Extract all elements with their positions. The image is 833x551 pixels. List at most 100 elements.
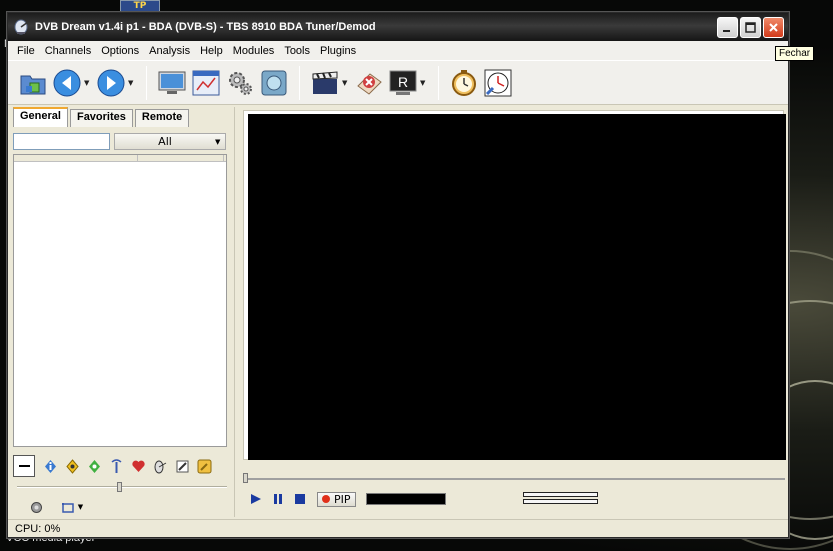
signal-level-meter (366, 493, 446, 505)
radiation-button[interactable] (61, 455, 83, 477)
layout-icon (61, 502, 74, 513)
edit-icon (176, 460, 188, 472)
channel-filter-value: All (158, 135, 172, 148)
forward-icon (97, 69, 125, 96)
info-button[interactable] (39, 455, 61, 477)
settings-gear-icon (229, 71, 252, 95)
seek-track (243, 478, 785, 480)
menu-help[interactable]: Help (195, 45, 228, 57)
menu-tools[interactable]: Tools (279, 45, 315, 57)
epg-button[interactable] (189, 66, 223, 100)
app-window: DVB Dream v1.4i p1 - BDA (DVB-S) - TBS 8… (7, 12, 789, 538)
chevron-down-icon: ▼ (77, 503, 84, 511)
channel-filter-select[interactable]: All ▼ (114, 133, 226, 150)
pause-icon (274, 494, 282, 504)
channel-list-header (14, 155, 226, 162)
back-icon (53, 69, 81, 96)
channel-list[interactable] (13, 154, 227, 447)
key-button[interactable] (193, 455, 215, 477)
menu-options[interactable]: Options (96, 45, 144, 57)
pause-button[interactable] (269, 491, 287, 507)
toolbar: ▼ ▼ ▼ R ▼ (8, 61, 788, 105)
monitor-button[interactable] (155, 66, 189, 100)
back-button[interactable] (50, 66, 84, 100)
play-button[interactable] (247, 491, 265, 507)
menu-modules[interactable]: Modules (228, 45, 280, 57)
tab-favorites[interactable]: Favorites (69, 109, 133, 127)
antenna-button[interactable] (105, 455, 127, 477)
open-folder-icon (20, 75, 46, 94)
forward-button[interactable] (94, 66, 128, 100)
clapperboard-button[interactable] (308, 66, 342, 100)
chevron-down-icon[interactable]: ▼ (128, 79, 138, 87)
play-icon (251, 494, 261, 504)
volume-slider[interactable] (13, 482, 231, 492)
svg-text:R: R (398, 74, 408, 90)
screenshot-icon (261, 70, 287, 95)
key-icon (197, 459, 211, 473)
stop-record-button[interactable] (352, 66, 386, 100)
satellite-dish-icon (14, 19, 29, 35)
minus-button[interactable] (13, 455, 35, 477)
list-column-header[interactable] (14, 155, 138, 161)
minimize-button[interactable] (717, 16, 738, 38)
clapperboard-icon (312, 70, 338, 94)
heart-icon (131, 460, 145, 472)
channel-panel: General Favorites Remote All ▼ ▼ (13, 107, 231, 517)
title-bar[interactable]: DVB Dream v1.4i p1 - BDA (DVB-S) - TBS 8… (8, 13, 788, 41)
panel-tabs: General Favorites Remote (13, 107, 231, 127)
video-display[interactable] (248, 114, 786, 460)
satellite-dish-button[interactable] (149, 455, 171, 477)
cpu-usage: CPU: 0% (15, 522, 61, 535)
player-panel: PIP (234, 107, 786, 517)
maximize-icon (745, 21, 756, 33)
record-icon: R (389, 70, 417, 95)
stop-record-icon (357, 72, 382, 95)
close-tooltip: Fechar (775, 46, 815, 61)
quality-bar (523, 492, 598, 497)
antenna-icon (111, 458, 121, 473)
menu-file[interactable]: File (12, 45, 40, 57)
chevron-down-icon[interactable]: ▼ (84, 79, 94, 87)
record-button[interactable]: R (386, 66, 420, 100)
close-button[interactable] (763, 16, 784, 38)
stop-button[interactable] (291, 491, 309, 507)
pip-label: PIP (334, 492, 351, 506)
epg-icon (192, 70, 220, 95)
seek-thumb[interactable] (243, 473, 248, 483)
volume-button[interactable] (25, 496, 47, 518)
status-bar: CPU: 0% (8, 519, 788, 537)
settings-button[interactable] (223, 66, 257, 100)
diamond-icon (88, 459, 100, 473)
list-column-header[interactable] (138, 155, 224, 161)
seek-bar[interactable] (243, 473, 785, 483)
pip-button[interactable]: PIP (317, 491, 356, 507)
heart-button[interactable] (127, 455, 149, 477)
edit-button[interactable] (171, 455, 193, 477)
timer-button[interactable] (447, 66, 481, 100)
scheduler-button[interactable] (481, 66, 515, 100)
diamond-button[interactable] (83, 455, 105, 477)
satellite-dish-icon (154, 460, 166, 473)
tab-general[interactable]: General (13, 107, 68, 127)
chevron-down-icon[interactable]: ▼ (342, 79, 352, 87)
channel-search-input[interactable] (13, 133, 110, 150)
menu-analysis[interactable]: Analysis (144, 45, 195, 57)
signal-quality-meter (523, 492, 598, 506)
window-title: DVB Dream v1.4i p1 - BDA (DVB-S) - TBS 8… (35, 21, 376, 33)
timer-icon (452, 69, 476, 96)
menu-bar: File Channels Options Analysis Help Modu… (8, 41, 788, 61)
volume-icon (30, 501, 42, 513)
maximize-button[interactable] (740, 16, 761, 38)
tab-remote[interactable]: Remote (134, 109, 190, 127)
screenshot-button[interactable] (257, 66, 291, 100)
toolbar-separator (146, 65, 147, 100)
slider-thumb[interactable] (117, 482, 122, 492)
toolbar-separator (438, 65, 439, 100)
chevron-down-icon[interactable]: ▼ (420, 79, 430, 87)
menu-channels[interactable]: Channels (40, 45, 96, 57)
menu-plugins[interactable]: Plugins (315, 45, 361, 57)
open-folder-button[interactable] (16, 66, 50, 100)
slider-track (17, 486, 227, 488)
layout-button[interactable]: ▼ (59, 496, 85, 518)
